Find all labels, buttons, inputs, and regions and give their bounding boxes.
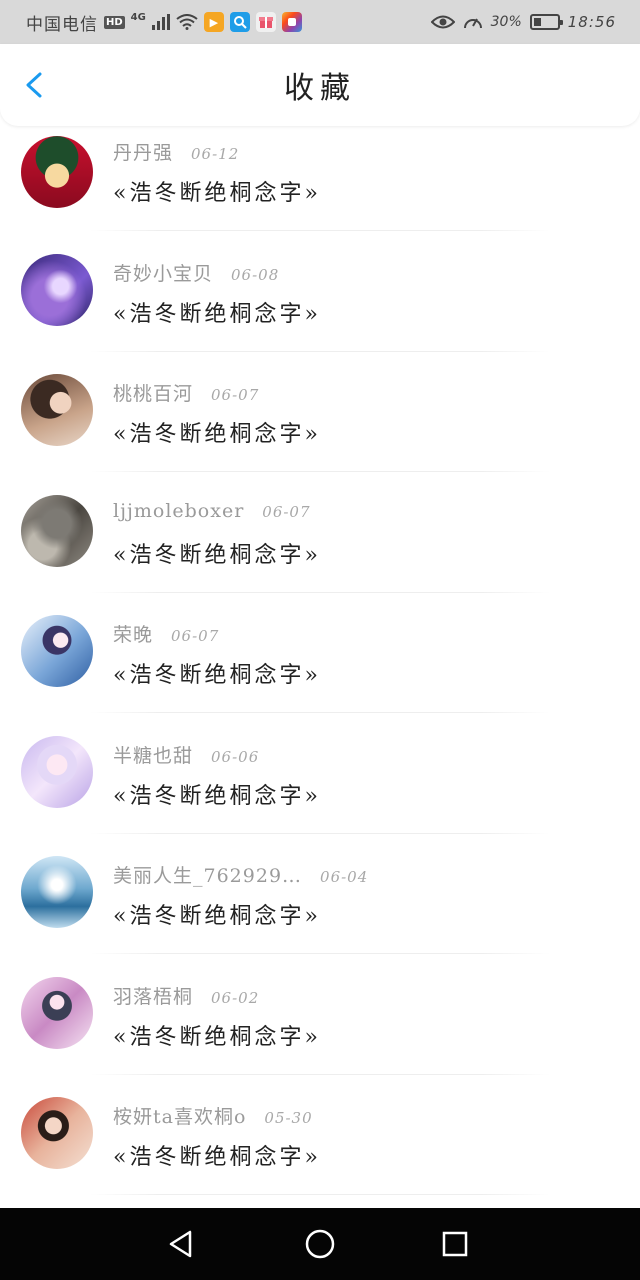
author-name[interactable]: 美丽人生_762929… (113, 861, 302, 888)
divider (90, 832, 550, 834)
store-app-icon (281, 12, 302, 32)
favorite-item[interactable]: 美丽人生_762929… 06-04 «浩冬断绝桐念字» (0, 849, 640, 970)
work-title[interactable]: «浩冬断绝桐念字» (113, 416, 321, 448)
network-type: 4G (130, 11, 146, 23)
avatar[interactable] (21, 136, 93, 208)
back-arrow-icon[interactable] (20, 70, 50, 100)
hd-badge: HD (104, 15, 125, 29)
author-name[interactable]: 羽落梧桐 (113, 982, 193, 1009)
signal-icon (151, 14, 170, 30)
author-line: 荣晚 06-07 (113, 620, 219, 647)
favorite-date: 06-07 (171, 627, 220, 645)
favorite-item[interactable]: 羽落梧桐 06-02 «浩冬断绝桐念字» (0, 970, 640, 1091)
author-name[interactable]: 荣晚 (113, 620, 153, 647)
author-name[interactable]: 奇妙小宝贝 (113, 259, 213, 286)
author-line: 奇妙小宝贝 06-08 (113, 259, 279, 286)
favorites-list: 丹丹强 06-12 «浩冬断绝桐念字» 奇妙小宝贝 06-08 «浩冬断绝桐念字… (0, 126, 640, 1211)
system-nav-bar (0, 1208, 640, 1280)
work-title[interactable]: «浩冬断绝桐念字» (113, 175, 321, 207)
page-title: 收藏 (284, 71, 356, 106)
author-line: 美丽人生_762929… 06-04 (113, 861, 368, 888)
favorite-date: 06-04 (320, 868, 369, 886)
favorite-date: 06-06 (211, 747, 260, 766)
author-line: ljjmoleboxer 06-07 (113, 500, 311, 522)
author-name[interactable]: ljjmoleboxer (113, 500, 244, 522)
search-app-icon (229, 12, 250, 32)
author-line: 桉妍ta喜欢桐o 05-30 (113, 1102, 313, 1129)
author-name[interactable]: 丹丹强 (113, 138, 173, 165)
work-title[interactable]: «浩冬断绝桐念字» (113, 1139, 321, 1171)
avatar[interactable] (21, 374, 93, 446)
work-title[interactable]: «浩冬断绝桐念字» (113, 537, 321, 569)
favorite-date: 06-02 (211, 988, 260, 1007)
battery-icon (529, 14, 563, 30)
favorite-date: 06-08 (231, 265, 280, 284)
favorite-item[interactable]: 桉妍ta喜欢桐o 05-30 «浩冬断绝桐念字» (0, 1090, 640, 1211)
eye-icon (430, 15, 455, 29)
author-name[interactable]: 桉妍ta喜欢桐o (113, 1102, 246, 1129)
divider (90, 230, 550, 231)
avatar[interactable] (21, 856, 93, 928)
work-title[interactable]: «浩冬断绝桐念字» (113, 778, 321, 810)
favorite-date: 06-12 (191, 145, 240, 163)
gift-app-icon (255, 12, 276, 32)
favorite-item[interactable]: 桃桃百河 06-07 «浩冬断绝桐念字» (0, 367, 640, 488)
divider (90, 953, 550, 954)
avatar[interactable] (21, 253, 93, 326)
nav-home-icon[interactable] (304, 1228, 336, 1260)
nav-back-icon[interactable] (166, 1228, 198, 1260)
divider (90, 350, 550, 352)
speed-gauge-icon (463, 18, 482, 29)
author-line: 丹丹强 06-12 (113, 138, 239, 165)
divider (90, 1073, 550, 1075)
author-name[interactable]: 半糖也甜 (113, 741, 193, 768)
avatar[interactable] (21, 735, 93, 808)
video-app-icon: ▶ (203, 12, 224, 32)
avatar[interactable] (21, 1097, 93, 1169)
battery-level-fill (533, 18, 541, 26)
author-name[interactable]: 桃桃百河 (113, 379, 193, 406)
favorite-item[interactable]: 奇妙小宝贝 06-08 «浩冬断绝桐念字» (0, 247, 640, 368)
nav-recents-icon[interactable] (439, 1228, 471, 1260)
divider (90, 712, 550, 713)
favorite-item[interactable]: 荣晚 06-07 «浩冬断绝桐念字» (0, 608, 640, 729)
work-title[interactable]: «浩冬断绝桐念字» (113, 898, 321, 930)
work-title[interactable]: «浩冬断绝桐念字» (113, 657, 321, 689)
author-line: 桃桃百河 06-07 (113, 379, 259, 406)
status-bar: 中国电信 HD 4G ▶ 30% 18:56 (0, 0, 640, 44)
author-line: 半糖也甜 06-06 (113, 741, 259, 768)
divider (90, 591, 550, 593)
favorite-item[interactable]: 丹丹强 06-12 «浩冬断绝桐念字» (0, 126, 640, 247)
favorite-item[interactable]: 半糖也甜 06-06 «浩冬断绝桐念字» (0, 729, 640, 850)
header-bar: 收藏 (0, 44, 640, 126)
wifi-icon (176, 14, 198, 30)
favorite-date: 06-07 (262, 502, 311, 521)
divider (90, 471, 550, 472)
divider (90, 1194, 550, 1195)
favorite-date: 06-07 (211, 386, 260, 404)
favorite-item[interactable]: ljjmoleboxer 06-07 «浩冬断绝桐念字» (0, 488, 640, 609)
avatar[interactable] (21, 494, 93, 567)
author-line: 羽落梧桐 06-02 (113, 982, 259, 1009)
work-title[interactable]: «浩冬断绝桐念字» (113, 296, 321, 328)
carrier-name: 中国电信 (26, 14, 98, 35)
favorite-date: 05-30 (264, 1109, 313, 1127)
avatar[interactable] (21, 615, 93, 687)
battery-percent: 30% (490, 14, 522, 30)
clock: 18:56 (567, 13, 616, 31)
avatar[interactable] (21, 976, 93, 1049)
work-title[interactable]: «浩冬断绝桐念字» (113, 1019, 321, 1051)
